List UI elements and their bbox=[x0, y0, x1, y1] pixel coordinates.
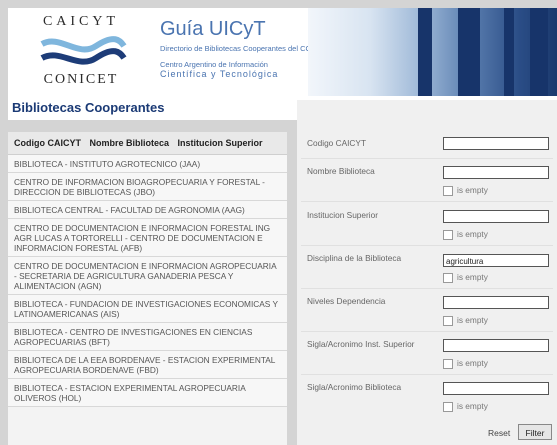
logo-bottom-text: CONICET bbox=[43, 72, 119, 87]
column-header-institucion[interactable]: Institucion Superior bbox=[178, 138, 263, 148]
list-header: Codigo CAICYT Nombre Biblioteca Instituc… bbox=[8, 132, 287, 155]
sigla-inst-filter-input[interactable] bbox=[443, 339, 549, 352]
page: CAICYT CONICET Guía UICyT Directorio de … bbox=[0, 0, 557, 445]
site-org-line1: Centro Argentino de Información bbox=[160, 60, 268, 69]
list-item[interactable]: BIBLIOTECA - INSTITUTO AGROTECNICO (JAA) bbox=[8, 155, 287, 173]
institucion-is-empty-checkbox[interactable]: is empty bbox=[443, 229, 488, 240]
is-empty-label: is empty bbox=[457, 185, 488, 195]
sigla-bib-filter-input[interactable] bbox=[443, 382, 549, 395]
codigo-filter-label: Codigo CAICYT bbox=[307, 138, 367, 148]
logo-top-text: CAICYT bbox=[42, 14, 120, 29]
institucion-filter-label: Institucion Superior bbox=[307, 210, 379, 220]
list-item[interactable]: BIBLIOTECA - FUNDACION DE INVESTIGACIONE… bbox=[8, 295, 287, 323]
list-item[interactable]: CENTRO DE DOCUMENTACION E INFORMACION FO… bbox=[8, 219, 287, 257]
is-empty-label: is empty bbox=[457, 229, 488, 239]
disciplina-filter-label: Disciplina de la Biblioteca bbox=[307, 253, 402, 263]
filter-button[interactable]: Filter bbox=[518, 424, 552, 440]
filter-panel: Codigo CAICYT Nombre Biblioteca is empty… bbox=[297, 100, 557, 445]
list-item[interactable]: BIBLIOTECA - ESTACION EXPERIMENTAL AGROP… bbox=[8, 379, 287, 407]
nombre-is-empty-checkbox[interactable]: is empty bbox=[443, 185, 488, 196]
disciplina-filter-input[interactable]: agricultura bbox=[443, 254, 549, 267]
header-banner-image bbox=[308, 8, 557, 96]
sigla-bib-filter-label: Sigla/Acronimo Biblioteca bbox=[307, 382, 402, 392]
is-empty-label: is empty bbox=[457, 315, 488, 325]
caicyt-conicet-logo[interactable]: CAICYT CONICET bbox=[8, 8, 154, 96]
column-header-nombre[interactable]: Nombre Biblioteca bbox=[90, 138, 170, 148]
codigo-filter-input[interactable] bbox=[443, 137, 549, 150]
site-org-line2: Científica y Tecnológica bbox=[160, 69, 279, 79]
site-title: Guía UICyT bbox=[160, 18, 266, 40]
sigla-inst-is-empty-checkbox[interactable]: is empty bbox=[443, 358, 488, 369]
list-item[interactable]: BIBLIOTECA DE LA EEA BORDENAVE - ESTACIO… bbox=[8, 351, 287, 379]
niveles-is-empty-checkbox[interactable]: is empty bbox=[443, 315, 488, 326]
niveles-filter-input[interactable] bbox=[443, 296, 549, 309]
is-empty-label: is empty bbox=[457, 401, 488, 411]
reset-button[interactable]: Reset bbox=[488, 428, 510, 438]
is-empty-label: is empty bbox=[457, 272, 488, 282]
list-item[interactable]: CENTRO DE DOCUMENTACION E INFORMACION AG… bbox=[8, 257, 287, 295]
sigla-inst-filter-label: Sigla/Acronimo Inst. Superior bbox=[307, 339, 415, 349]
institucion-filter-input[interactable] bbox=[443, 210, 549, 223]
conicet-wave-icon bbox=[40, 36, 127, 65]
column-header-codigo[interactable]: Codigo CAICYT bbox=[14, 138, 81, 148]
list-item[interactable]: BIBLIOTECA CENTRAL - FACULTAD DE AGRONOM… bbox=[8, 201, 287, 219]
site-header: CAICYT CONICET Guía UICyT Directorio de … bbox=[8, 8, 557, 96]
disciplina-is-empty-checkbox[interactable]: is empty bbox=[443, 272, 488, 283]
sigla-bib-is-empty-checkbox[interactable]: is empty bbox=[443, 401, 488, 412]
library-list: Codigo CAICYT Nombre Biblioteca Instituc… bbox=[8, 132, 287, 445]
niveles-filter-label: Niveles Dependencia bbox=[307, 296, 386, 306]
nombre-filter-label: Nombre Biblioteca bbox=[307, 166, 375, 176]
list-item[interactable]: CENTRO DE INFORMACION BIOAGROPECUARIA Y … bbox=[8, 173, 287, 201]
nombre-filter-input[interactable] bbox=[443, 166, 549, 179]
list-item[interactable]: BIBLIOTECA - CENTRO DE INVESTIGACIONES E… bbox=[8, 323, 287, 351]
is-empty-label: is empty bbox=[457, 358, 488, 368]
header-text-block: Guía UICyT Directorio de Bibliotecas Coo… bbox=[154, 8, 361, 96]
section-title: Bibliotecas Cooperantes bbox=[12, 100, 165, 115]
